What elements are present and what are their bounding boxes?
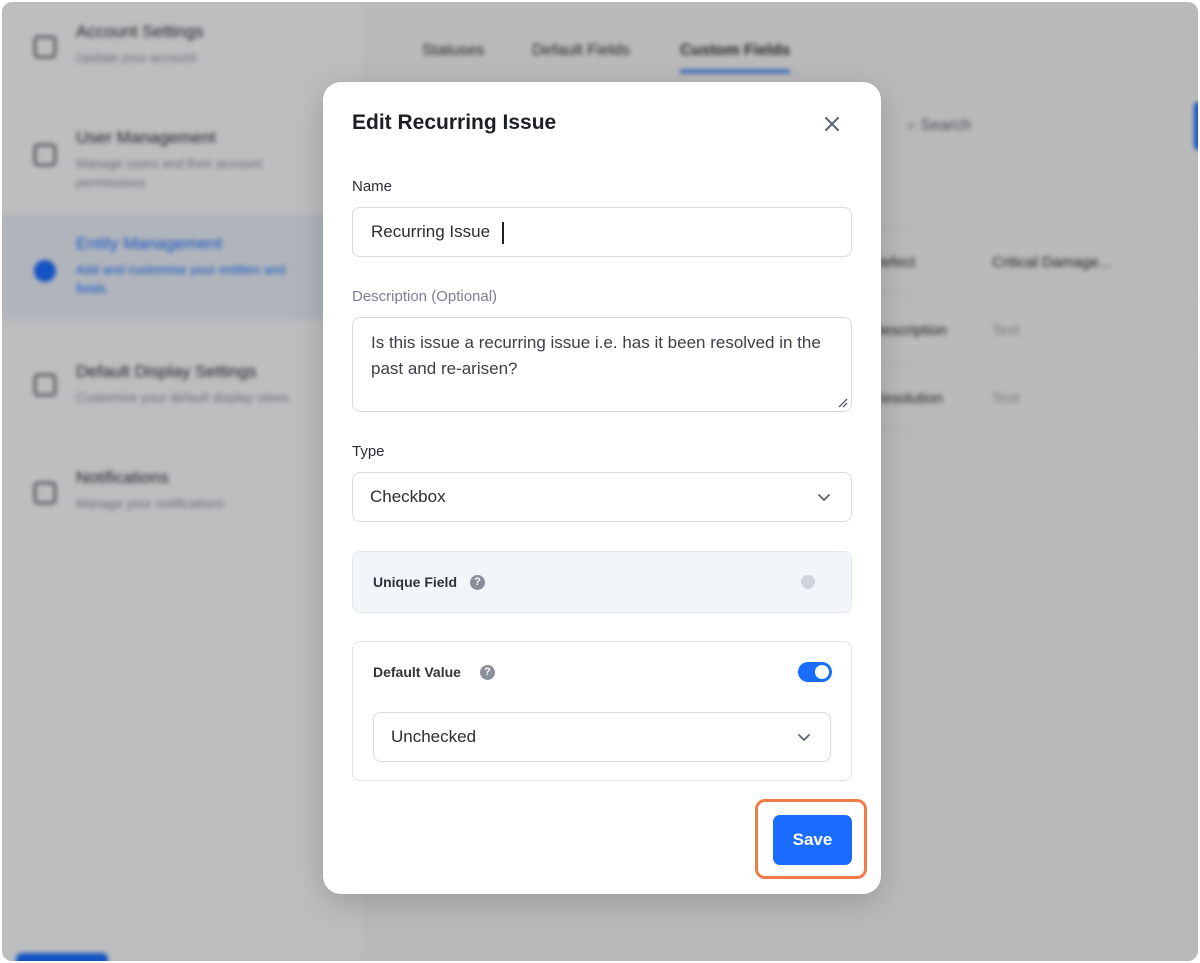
type-select-value: Checkbox bbox=[370, 487, 446, 506]
save-button[interactable]: Save bbox=[773, 815, 852, 865]
edit-field-modal: Edit Recurring Issue Name Description (O… bbox=[323, 82, 881, 894]
default-value-select[interactable]: Unchecked bbox=[373, 712, 831, 762]
close-icon bbox=[825, 117, 839, 131]
toggle-knob bbox=[815, 665, 829, 679]
modal-title: Edit Recurring Issue bbox=[352, 111, 557, 134]
unique-field-panel: Unique Field ? bbox=[352, 551, 852, 613]
type-label: Type bbox=[352, 443, 385, 460]
description-field-container: Is this issue a recurring issue i.e. has… bbox=[352, 317, 852, 412]
description-label: Description (Optional) bbox=[352, 288, 498, 305]
resize-grip-icon[interactable] bbox=[836, 396, 848, 408]
default-value-select-value: Unchecked bbox=[391, 727, 477, 746]
unique-field-label: Unique Field bbox=[373, 574, 457, 590]
name-input[interactable] bbox=[353, 208, 851, 256]
unique-field-toggle[interactable] bbox=[801, 575, 815, 589]
default-value-label: Default Value bbox=[373, 664, 461, 680]
text-caret bbox=[502, 222, 504, 244]
chevron-down-icon bbox=[798, 734, 810, 741]
close-button[interactable] bbox=[820, 112, 844, 136]
name-field-container bbox=[352, 207, 852, 257]
default-value-panel: Default Value ? Unchecked bbox=[352, 641, 852, 781]
help-icon[interactable]: ? bbox=[470, 575, 485, 590]
chevron-down-icon bbox=[818, 494, 830, 501]
name-label: Name bbox=[352, 178, 393, 195]
type-select[interactable]: Checkbox bbox=[352, 472, 852, 522]
description-textarea[interactable]: Is this issue a recurring issue i.e. has… bbox=[353, 318, 851, 411]
help-icon[interactable]: ? bbox=[480, 665, 495, 680]
default-value-toggle[interactable] bbox=[798, 662, 832, 682]
